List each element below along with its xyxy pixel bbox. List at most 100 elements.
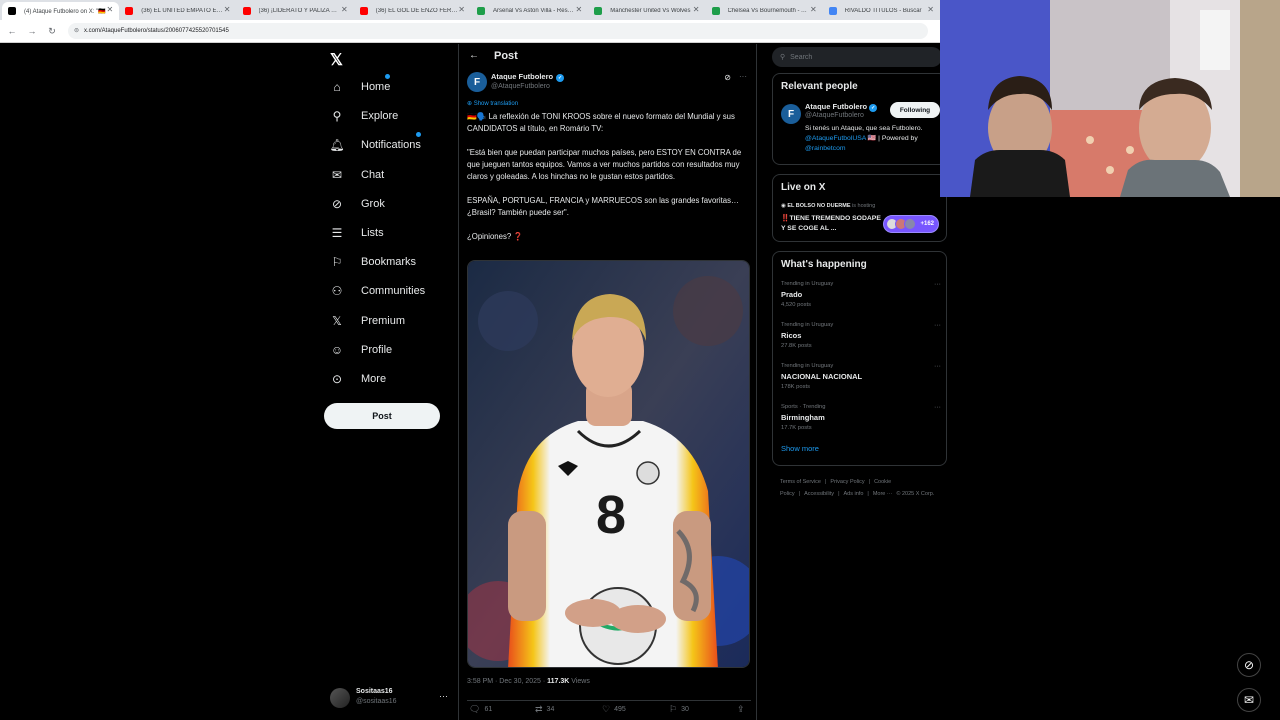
post-button[interactable]: Post bbox=[324, 403, 440, 429]
browser-tab[interactable]: (36) EL UNITED EMPATÓ EN CU ✕ bbox=[119, 2, 236, 20]
grok-icon[interactable]: ⊘ bbox=[724, 73, 731, 82]
x-logo-icon[interactable]: 𝕏 bbox=[330, 50, 343, 70]
post-timestamp[interactable]: 3:58 PM · Dec 30, 2025 · bbox=[467, 678, 547, 685]
forward-arrow-icon[interactable]: → bbox=[24, 26, 40, 36]
back-arrow-icon[interactable]: ← bbox=[469, 50, 479, 61]
footer-separator: | bbox=[867, 491, 869, 497]
browser-tab[interactable]: Chelsea Vs Bournemouth - Alin ✕ bbox=[706, 2, 823, 20]
more-dots-icon[interactable]: ··· bbox=[934, 322, 941, 329]
author-handle[interactable]: @AtaqueFutbolero bbox=[491, 83, 550, 90]
post-image[interactable]: 8 bbox=[467, 260, 750, 668]
share-button[interactable]: ⇪ bbox=[737, 704, 745, 715]
bio-text: 🇺🇸 | Powered by bbox=[865, 135, 918, 142]
tab-title: Arsenal Vs Aston Villa - Resulta bbox=[493, 8, 575, 14]
author-name[interactable]: Ataque Futbolero bbox=[491, 72, 553, 81]
browser-tab[interactable]: (36) EL GOL DE ENZO FERNÁN ✕ bbox=[354, 2, 471, 20]
sidebar-item-lists[interactable]: ☰ Lists bbox=[328, 222, 384, 244]
footer-link[interactable]: More ··· bbox=[873, 491, 893, 497]
footer-link[interactable]: Ads info bbox=[844, 491, 864, 497]
browser-tab[interactable]: (4) Ataque Futbolero on X: "🇩🇪 ✕ bbox=[2, 2, 120, 20]
person-handle[interactable]: @AtaqueFutbolero bbox=[805, 112, 864, 119]
tab-title: (36) EL GOL DE ENZO FERNÁN bbox=[375, 8, 458, 14]
trend-context: Trending in Uruguay bbox=[781, 363, 834, 369]
close-tab-icon[interactable]: ✕ bbox=[810, 5, 817, 14]
sidebar-item-home[interactable]: ⌂ Home bbox=[328, 74, 391, 98]
tab-favicon-icon bbox=[477, 7, 485, 15]
sidebar-item-bookmarks[interactable]: ⚐ Bookmarks bbox=[328, 251, 416, 273]
whats-happening-title: What's happening bbox=[781, 259, 867, 270]
home-icon: ⌂ bbox=[333, 80, 341, 94]
live-space-title[interactable]: ‼️TIENE TREMENDO SODAPE Y SE COGE AL ... bbox=[781, 214, 881, 234]
close-tab-icon[interactable]: ✕ bbox=[693, 5, 700, 14]
trend-item[interactable]: Trending in Uruguay Prado 4,520 posts ··· bbox=[781, 281, 941, 308]
footer-link[interactable]: Privacy Policy bbox=[830, 479, 864, 485]
more-dots-icon[interactable]: ··· bbox=[934, 363, 941, 370]
address-bar[interactable]: ⊜ x.com/AtaqueFutbolero/status/200607742… bbox=[68, 23, 928, 39]
more-dots-icon[interactable]: ··· bbox=[439, 691, 448, 701]
trend-item[interactable]: Sports · Trending Birmingham 17.7K posts ··… bbox=[781, 404, 941, 431]
search-input[interactable]: ⚲ Search bbox=[772, 47, 942, 67]
bookmark-button[interactable]: ⚐ 30 bbox=[669, 704, 689, 715]
live-title: Live on X bbox=[781, 182, 826, 193]
sidebar-item-chat[interactable]: ✉ Chat bbox=[328, 164, 384, 186]
like-button[interactable]: ♡ 495 bbox=[602, 704, 626, 715]
more-dots-icon[interactable]: ··· bbox=[934, 404, 941, 411]
reload-icon[interactable]: ↻ bbox=[44, 26, 60, 37]
verified-badge-icon: ✓ bbox=[869, 104, 878, 112]
live-host[interactable]: ◉ EL BOLSO NO DUERME is hosting bbox=[781, 203, 875, 209]
tab-favicon-icon bbox=[242, 7, 251, 15]
trend-item[interactable]: Trending in Uruguay Ricos 27.8K posts ··· bbox=[781, 322, 941, 349]
avatar[interactable]: F bbox=[781, 104, 801, 124]
sidebar-item-communities[interactable]: ⚇ Communities bbox=[328, 280, 426, 302]
bio-link[interactable]: @rainbetcom bbox=[805, 145, 846, 152]
author-avatar[interactable]: F bbox=[467, 72, 487, 92]
browser-tab[interactable]: Manchester United Vs Wolves ✕ bbox=[588, 2, 705, 20]
trend-item[interactable]: Trending in Uruguay NACIONAL NACIONAL 178K… bbox=[781, 363, 941, 390]
footer-link[interactable]: Terms of Service bbox=[780, 479, 821, 485]
sidebar-item-label: Communities bbox=[361, 285, 426, 298]
close-tab-icon[interactable]: ✕ bbox=[458, 5, 465, 14]
show-translation-link[interactable]: ⊕ Show translation bbox=[467, 100, 518, 107]
person-name[interactable]: Ataque Futbolero bbox=[805, 102, 867, 111]
sidebar-item-label: Home bbox=[361, 81, 391, 93]
more-dots-icon[interactable]: ··· bbox=[739, 72, 747, 81]
bio-text: Si tenés un Ataque, que sea Futbolero. bbox=[805, 125, 923, 132]
footer-link[interactable]: Accessibility bbox=[804, 491, 834, 497]
globe-icon: ⊕ bbox=[467, 101, 474, 107]
close-tab-icon[interactable]: ✕ bbox=[107, 5, 114, 14]
sidebar-item-notifications[interactable]: 🔔︎ Notifications bbox=[328, 132, 421, 156]
more-dots-icon[interactable]: ··· bbox=[934, 281, 941, 288]
messages-fab-button[interactable]: ✉ bbox=[1237, 688, 1261, 712]
repost-button[interactable]: ⇄ 34 bbox=[535, 704, 554, 715]
close-tab-icon[interactable]: ✕ bbox=[224, 5, 231, 14]
jersey-number: 8 bbox=[596, 485, 626, 545]
author-name-row[interactable]: Ataque Futbolero ✓ bbox=[491, 72, 565, 82]
browser-tab[interactable]: (36) ¡LIDERATO Y PALIZA GUNI ✕ bbox=[237, 2, 354, 20]
browser-tab[interactable]: RIVALDO TITULOS - Buscar ✕ bbox=[823, 2, 940, 20]
close-tab-icon[interactable]: ✕ bbox=[576, 5, 583, 14]
following-button[interactable]: Following bbox=[890, 102, 940, 118]
sidebar-item-premium[interactable]: 𝕏 Premium bbox=[328, 310, 405, 332]
sidebar-item-grok[interactable]: ⊘ Grok bbox=[328, 193, 385, 215]
footer-link[interactable]: © 2025 X Corp. bbox=[896, 491, 934, 497]
person-bio: Si tenés un Ataque, que sea Futbolero. @… bbox=[805, 124, 943, 154]
sidebar-item-more[interactable]: ⊙ More bbox=[328, 368, 386, 390]
trend-posts: 27.8K posts bbox=[781, 343, 812, 349]
close-tab-icon[interactable]: ✕ bbox=[927, 5, 934, 14]
account-switcher[interactable]: Sositaas16 @sositaas16 ··· bbox=[330, 686, 450, 710]
person-name-row[interactable]: Ataque Futbolero ✓ bbox=[805, 102, 878, 112]
site-info-icon[interactable]: ⊜ bbox=[74, 27, 79, 34]
sidebar-item-explore[interactable]: ⚲ Explore bbox=[328, 105, 399, 127]
back-arrow-icon[interactable]: ← bbox=[4, 26, 20, 36]
show-more-link[interactable]: Show more bbox=[781, 444, 819, 453]
browser-tab[interactable]: Arsenal Vs Aston Villa - Resulta ✕ bbox=[471, 2, 588, 20]
sidebar-item-profile[interactable]: ☺ Profile bbox=[328, 339, 392, 361]
reply-button[interactable]: 🗨︎ 61 bbox=[469, 704, 492, 715]
bio-link[interactable]: @AtaqueFutbolUSA bbox=[805, 135, 866, 142]
footer-separator: | bbox=[824, 479, 827, 485]
listener-count-pill[interactable]: +162 bbox=[883, 215, 939, 233]
more-circle-icon: ⊙ bbox=[331, 372, 343, 386]
close-tab-icon[interactable]: ✕ bbox=[341, 5, 348, 14]
grok-fab-button[interactable]: ⊘ bbox=[1237, 653, 1261, 677]
search-icon: ⚲ bbox=[332, 109, 342, 124]
